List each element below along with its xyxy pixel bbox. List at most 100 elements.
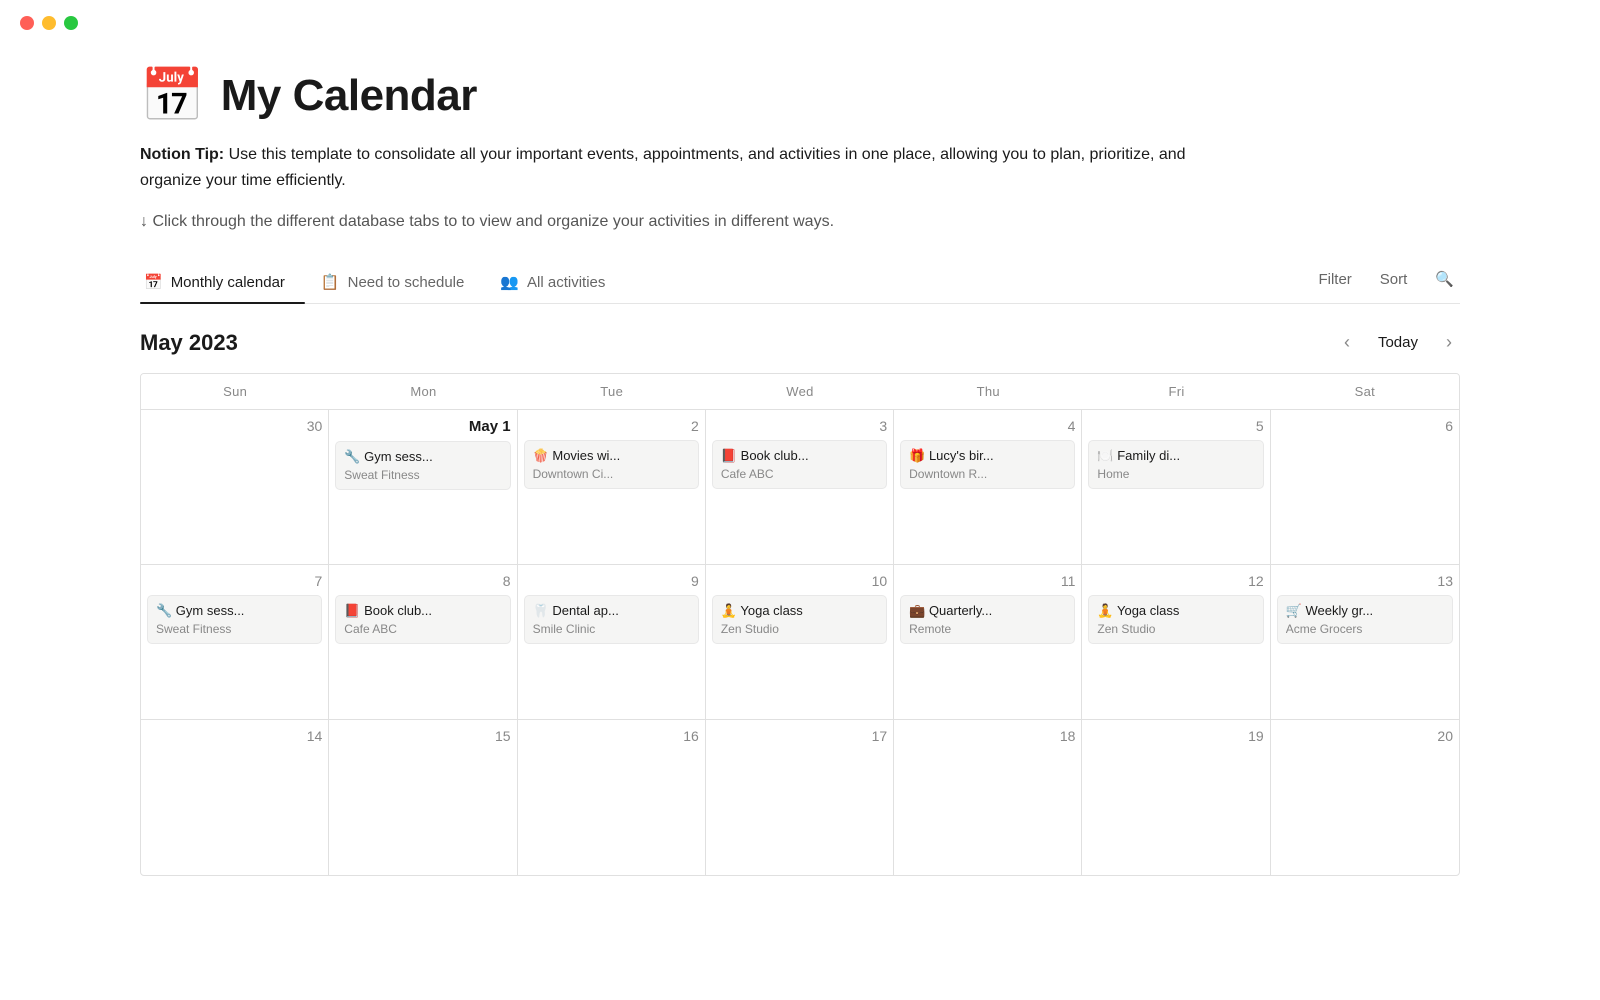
event-title-dental: 🦷 Dental ap... — [533, 603, 690, 619]
subtext: ↓ Click through the different database t… — [140, 213, 1460, 231]
cal-cell-may15: 15 — [329, 720, 517, 875]
date-may13: 13 — [1277, 573, 1453, 589]
page-header: 📅 My Calendar — [140, 70, 1460, 122]
event-title-familydinner: 🍽️ Family di... — [1097, 448, 1254, 464]
event-title-bookclub-may3: 📕 Book club... — [721, 448, 878, 464]
cal-cell-may6: 6 — [1271, 410, 1459, 565]
event-dental-may9[interactable]: 🦷 Dental ap... Smile Clinic — [524, 595, 699, 644]
date-may2: 2 — [524, 418, 699, 434]
tab-need-to-schedule[interactable]: 📋 Need to schedule — [317, 263, 484, 303]
cal-cell-may11: 11 💼 Quarterly... Remote — [894, 565, 1082, 720]
event-title-yoga-may12: 🧘 Yoga class — [1097, 603, 1254, 619]
date-may12: 12 — [1088, 573, 1263, 589]
notion-tip-text: Use this template to consolidate all you… — [140, 146, 1186, 189]
calendar-tab-icon: 📅 — [144, 273, 163, 291]
tab-monthly-calendar[interactable]: 📅 Monthly calendar — [140, 263, 305, 303]
maximize-button[interactable] — [64, 16, 78, 30]
day-sun: Sun — [141, 374, 329, 409]
cal-cell-may18: 18 — [894, 720, 1082, 875]
calendar-header: May 2023 ‹ Today › — [140, 304, 1460, 373]
sort-button[interactable]: Sort — [1374, 267, 1414, 292]
date-may8: 8 — [335, 573, 510, 589]
activities-tab-icon: 👥 — [500, 273, 519, 291]
filter-button[interactable]: Filter — [1312, 267, 1357, 292]
date-may9: 9 — [524, 573, 699, 589]
calendar-days-header: Sun Mon Tue Wed Thu Fri Sat — [141, 374, 1459, 410]
event-title-quarterly: 💼 Quarterly... — [909, 603, 1066, 619]
cal-cell-may17: 17 — [706, 720, 894, 875]
date-apr30: 30 — [147, 418, 322, 434]
date-may3: 3 — [712, 418, 887, 434]
notion-tip: Notion Tip: Use this template to consoli… — [140, 142, 1240, 193]
event-title-gym-may1: 🔧 Gym sess... — [344, 449, 501, 465]
date-may11: 11 — [900, 573, 1075, 589]
event-loc-bookclub-may8: Cafe ABC — [344, 622, 501, 636]
event-loc-grocery: Acme Grocers — [1286, 622, 1444, 636]
event-familydinner-may5[interactable]: 🍽️ Family di... Home — [1088, 440, 1263, 489]
event-quarterly-may11[interactable]: 💼 Quarterly... Remote — [900, 595, 1075, 644]
cal-cell-may20: 20 — [1271, 720, 1459, 875]
today-button[interactable]: Today — [1370, 330, 1426, 355]
minimize-button[interactable] — [42, 16, 56, 30]
schedule-tab-icon: 📋 — [321, 273, 340, 291]
event-birthday-may4[interactable]: 🎁 Lucy's bir... Downtown R... — [900, 440, 1075, 489]
tab-all-activities[interactable]: 👥 All activities — [496, 263, 625, 303]
day-sat: Sat — [1271, 374, 1459, 409]
tab-activities-label: All activities — [527, 274, 605, 291]
calendar-section: May 2023 ‹ Today › Sun Mon Tue Wed Thu F… — [140, 304, 1460, 876]
day-wed: Wed — [706, 374, 894, 409]
date-may17: 17 — [712, 728, 887, 744]
cal-cell-may19: 19 — [1082, 720, 1270, 875]
event-loc-dental: Smile Clinic — [533, 622, 690, 636]
date-may20: 20 — [1277, 728, 1453, 744]
event-gym-may1[interactable]: 🔧 Gym sess... Sweat Fitness — [335, 441, 510, 490]
event-gym-may7[interactable]: 🔧 Gym sess... Sweat Fitness — [147, 595, 322, 644]
tab-schedule-label: Need to schedule — [348, 274, 465, 291]
calendar-month-title: May 2023 — [140, 330, 238, 356]
day-tue: Tue — [518, 374, 706, 409]
cal-cell-may1: May 1 🔧 Gym sess... Sweat Fitness — [329, 410, 517, 565]
cal-cell-may5: 5 🍽️ Family di... Home — [1082, 410, 1270, 565]
event-grocery-may13[interactable]: 🛒 Weekly gr... Acme Grocers — [1277, 595, 1453, 644]
event-yoga-may12[interactable]: 🧘 Yoga class Zen Studio — [1088, 595, 1263, 644]
date-may18: 18 — [900, 728, 1075, 744]
date-may6: 6 — [1277, 418, 1453, 434]
event-title-bookclub-may8: 📕 Book club... — [344, 603, 501, 619]
cal-cell-may12: 12 🧘 Yoga class Zen Studio — [1082, 565, 1270, 720]
cal-cell-apr30: 30 — [141, 410, 329, 565]
prev-month-button[interactable]: ‹ — [1336, 328, 1358, 357]
date-may15: 15 — [335, 728, 510, 744]
traffic-lights — [20, 16, 78, 30]
titlebar — [0, 0, 1600, 30]
day-fri: Fri — [1082, 374, 1270, 409]
day-mon: Mon — [329, 374, 517, 409]
cal-cell-may4: 4 🎁 Lucy's bir... Downtown R... — [894, 410, 1082, 565]
cal-cell-may3: 3 📕 Book club... Cafe ABC — [706, 410, 894, 565]
event-movies-may2[interactable]: 🍿 Movies wi... Downtown Ci... — [524, 440, 699, 489]
main-content: 📅 My Calendar Notion Tip: Use this templ… — [0, 30, 1600, 916]
tabs-right: Filter Sort 🔍 — [1312, 266, 1460, 300]
event-bookclub-may8[interactable]: 📕 Book club... Cafe ABC — [335, 595, 510, 644]
close-button[interactable] — [20, 16, 34, 30]
tabs-left: 📅 Monthly calendar 📋 Need to schedule 👥 … — [140, 263, 1312, 303]
calendar-nav: ‹ Today › — [1336, 328, 1460, 357]
event-title-gym-may7: 🔧 Gym sess... — [156, 603, 313, 619]
search-button[interactable]: 🔍 — [1429, 266, 1460, 292]
event-bookclub-may3[interactable]: 📕 Book club... Cafe ABC — [712, 440, 887, 489]
tab-monthly-label: Monthly calendar — [171, 274, 285, 291]
tabs-container: 📅 Monthly calendar 📋 Need to schedule 👥 … — [140, 263, 1460, 304]
event-yoga-may10[interactable]: 🧘 Yoga class Zen Studio — [712, 595, 887, 644]
event-title-grocery: 🛒 Weekly gr... — [1286, 603, 1444, 619]
date-may1: May 1 — [335, 418, 510, 435]
date-may19: 19 — [1088, 728, 1263, 744]
cal-cell-may2: 2 🍿 Movies wi... Downtown Ci... — [518, 410, 706, 565]
event-loc-birthday: Downtown R... — [909, 467, 1066, 481]
date-may4: 4 — [900, 418, 1075, 434]
date-may16: 16 — [524, 728, 699, 744]
cal-cell-may14: 14 — [141, 720, 329, 875]
cal-cell-may10: 10 🧘 Yoga class Zen Studio — [706, 565, 894, 720]
calendar-body: 30 May 1 🔧 Gym sess... Sweat Fitness 2 🍿… — [141, 410, 1459, 875]
next-month-button[interactable]: › — [1438, 328, 1460, 357]
date-may14: 14 — [147, 728, 322, 744]
cal-cell-may16: 16 — [518, 720, 706, 875]
